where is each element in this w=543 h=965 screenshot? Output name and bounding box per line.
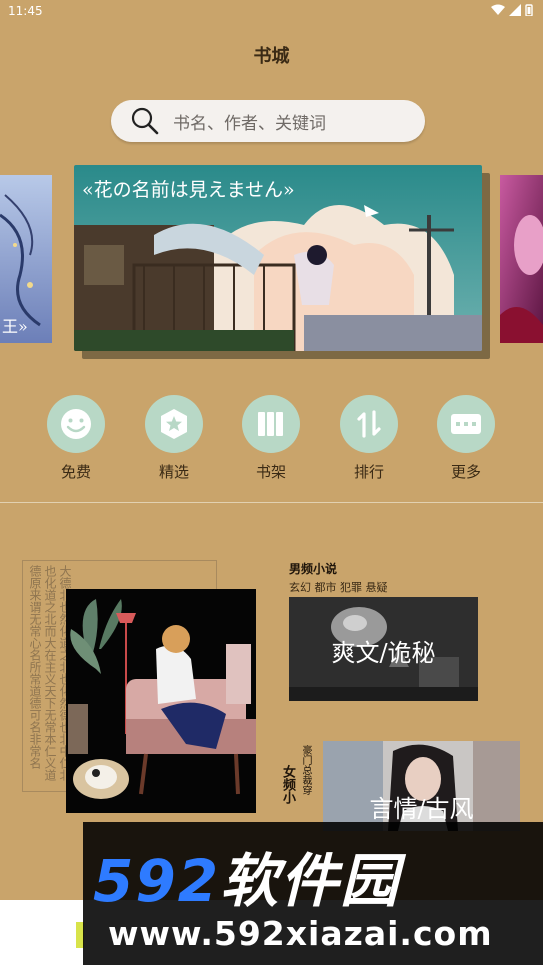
male-category-header[interactable]: 男频小说 玄幻 都市 犯罪 悬疑 [289,560,388,595]
female-tags: 豪门总裁穿 [300,745,311,795]
search-bar[interactable]: 书名、作者、关键词 [111,100,425,142]
smile-icon [61,409,91,439]
status-time: 11:45 [8,4,43,18]
watermark-brand: 软件园 [220,847,401,915]
menu-label-free: 免费 [60,463,91,481]
menu-label-bookshelf: 书架 [255,463,286,481]
wifi-icon [491,4,505,15]
reading-illustration [66,589,256,813]
reading-illustration-card[interactable] [66,589,256,813]
more-dots-icon [451,414,481,434]
bookshelf-icon [258,412,283,436]
menu-item-free[interactable]: 免费 [36,395,116,482]
menu-label-ranking: 排行 [353,463,384,481]
watermark-logo: 592软件园 [93,834,400,918]
menu-label-more: 更多 [450,463,481,481]
featured-banner[interactable]: «花の名前は見えません» [74,165,482,351]
banner-caption: «花の名前は見えません» [82,179,295,201]
sort-arrows-icon [357,410,381,438]
signal-icon [509,4,521,16]
female-heading: 女频小 [280,765,295,804]
male-tags: 玄幻 都市 犯罪 悬疑 [289,581,388,594]
male-heading: 男频小说 [289,562,338,576]
watermark-number: 592 [93,847,221,915]
status-bar: 11:45 [0,0,543,24]
search-placeholder: 书名、作者、关键词 [173,113,326,134]
male-category-title: 爽文/诡秘 [331,639,436,667]
star-badge-icon [161,409,187,439]
menu-item-more[interactable]: 更多 [426,395,506,482]
menu-label-featured: 精选 [158,463,189,481]
page-title: 书城 [253,46,290,67]
carousel-next-item[interactable] [500,175,543,343]
carousel-prev-item[interactable]: 王» [0,175,52,343]
menu-item-featured[interactable]: 精选 [134,395,214,482]
menu-item-ranking[interactable]: 排行 [329,395,409,482]
section-divider [0,502,543,503]
next-book-cover [500,175,543,343]
search-icon [131,107,159,135]
watermark-overlay: 592软件园 www.592xiazai.com [83,822,543,965]
watermark-url: www.592xiazai.com [108,914,493,953]
menu-item-bookshelf[interactable]: 书架 [231,395,311,482]
male-category-card[interactable]: 爽文/诡秘 [289,597,478,701]
prev-book-caption: 王» [2,317,28,336]
female-category-card[interactable]: 言情/古风 [323,741,520,831]
female-category-header[interactable]: 女频小 豪门总裁穿 [278,745,326,825]
battery-icon [525,4,533,16]
female-category-title: 言情/古风 [369,795,474,823]
status-icons [491,4,533,16]
